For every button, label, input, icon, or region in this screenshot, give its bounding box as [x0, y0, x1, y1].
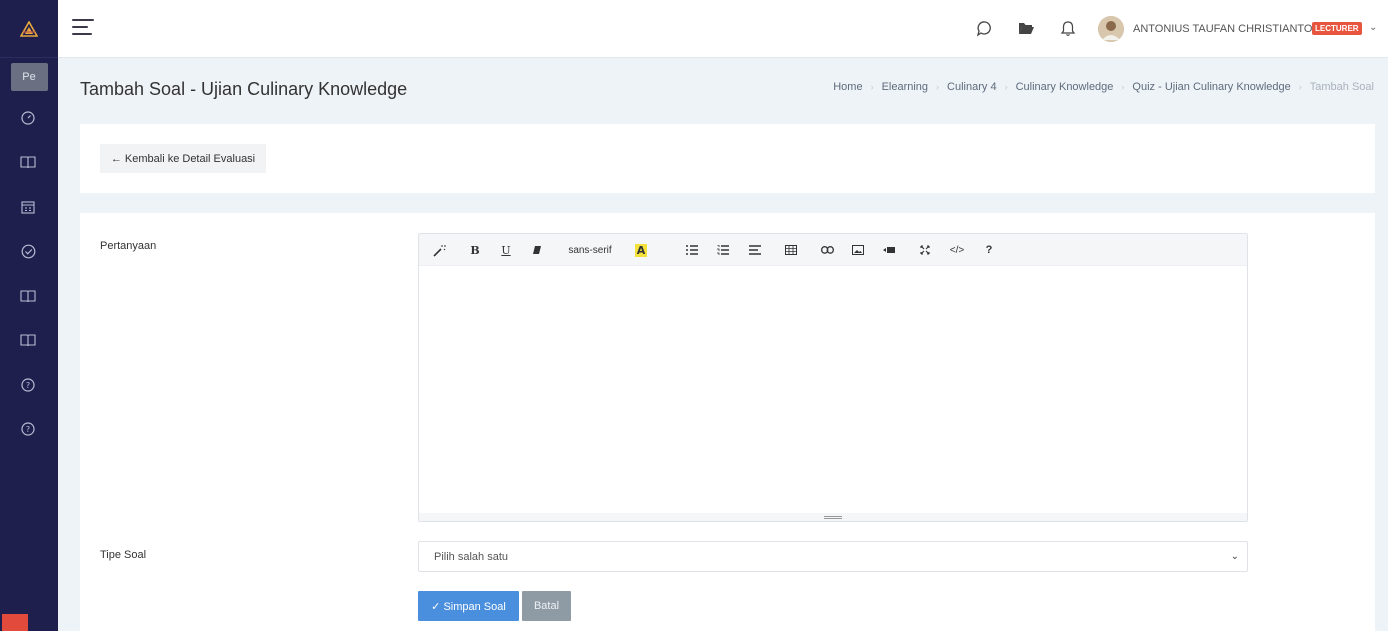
question-form-card: Pertanyaan B U sans-serif A </> ? Tipe S…: [80, 213, 1375, 631]
check-circle-icon[interactable]: [19, 242, 37, 260]
eraser-icon[interactable]: [531, 242, 543, 258]
triangle-logo-icon: [20, 20, 38, 37]
question-editor-content[interactable]: [419, 266, 1247, 513]
book-icon[interactable]: [19, 331, 37, 349]
image-icon[interactable]: [851, 242, 865, 258]
help-circle-icon[interactable]: ?: [19, 376, 37, 394]
top-navbar: ANTONIUS TAUFAN CHRISTIANTO LECTURER ⌄: [58, 0, 1388, 58]
breadcrumb-elearning[interactable]: Elearning: [882, 81, 928, 93]
chevron-down-icon: ⌄: [1230, 551, 1239, 562]
question-editor: B U sans-serif A </> ?: [418, 233, 1248, 522]
avatar[interactable]: [1098, 16, 1124, 42]
question-type-select-value: Pilih salah satu: [434, 551, 508, 563]
svg-text:?: ?: [26, 425, 30, 434]
book-icon[interactable]: [19, 153, 37, 171]
question-type-select[interactable]: Pilih salah satu ⌄: [418, 541, 1248, 572]
help-circle-icon[interactable]: ?: [19, 420, 37, 438]
menu-toggle-icon[interactable]: [72, 19, 94, 39]
cancel-button[interactable]: Batal: [522, 591, 571, 621]
breadcrumb-separator: ›: [1004, 82, 1008, 92]
question-type-label: Tipe Soal: [100, 549, 147, 561]
breadcrumb-separator: ›: [936, 82, 940, 92]
editor-resize-handle[interactable]: [419, 513, 1247, 521]
chat-icon[interactable]: [974, 18, 994, 38]
code-view-icon[interactable]: </>: [948, 242, 966, 258]
svg-text:?: ?: [26, 381, 30, 390]
ordered-list-icon[interactable]: [716, 242, 730, 258]
app-logo[interactable]: [0, 0, 58, 58]
font-family-dropdown[interactable]: sans-serif: [565, 242, 615, 258]
user-name[interactable]: ANTONIUS TAUFAN CHRISTIANTO: [1133, 23, 1313, 35]
fullscreen-icon[interactable]: [918, 242, 932, 258]
breadcrumb-subject[interactable]: Culinary Knowledge: [1016, 81, 1114, 93]
magic-wand-icon[interactable]: [431, 242, 447, 258]
table-icon[interactable]: [784, 242, 798, 258]
underline-icon[interactable]: U: [500, 242, 512, 258]
book-icon[interactable]: [19, 287, 37, 305]
breadcrumb-separator: ›: [870, 82, 874, 92]
role-badge: LECTURER: [1312, 22, 1362, 35]
save-question-button[interactable]: ✓ Simpan Soal: [418, 591, 519, 621]
calendar-icon[interactable]: [19, 198, 37, 216]
breadcrumb-separator: ›: [1121, 82, 1125, 92]
folder-icon[interactable]: [1016, 18, 1036, 38]
video-icon[interactable]: [882, 242, 896, 258]
chevron-down-icon[interactable]: ⌄: [1369, 22, 1377, 33]
breadcrumb-separator: ›: [1298, 82, 1302, 92]
help-icon[interactable]: ?: [983, 242, 995, 258]
floating-widget-icon[interactable]: [2, 614, 28, 631]
sidebar-pinned-item[interactable]: Pe: [10, 63, 48, 91]
back-to-evaluation-button[interactable]: ← Kembali ke Detail Evaluasi: [100, 144, 266, 173]
unordered-list-icon[interactable]: [685, 242, 699, 258]
page-title: Tambah Soal - Ujian Culinary Knowledge: [80, 79, 408, 99]
breadcrumb-current: Tambah Soal: [1309, 81, 1374, 93]
breadcrumb: Home › Elearning › Culinary 4 › Culinary…: [833, 81, 1374, 93]
back-card: ← Kembali ke Detail Evaluasi: [80, 124, 1375, 193]
dashboard-gauge-icon[interactable]: [19, 109, 37, 127]
question-label: Pertanyaan: [100, 240, 157, 252]
bold-icon[interactable]: B: [469, 242, 481, 258]
text-color-icon[interactable]: A: [633, 242, 649, 258]
bell-icon[interactable]: [1058, 18, 1078, 38]
breadcrumb-quiz[interactable]: Quiz - Ujian Culinary Knowledge: [1132, 81, 1290, 93]
align-icon[interactable]: [748, 242, 762, 258]
editor-toolbar: B U sans-serif A </> ?: [419, 234, 1247, 266]
breadcrumb-course[interactable]: Culinary 4: [947, 81, 997, 93]
link-icon[interactable]: [820, 242, 834, 258]
breadcrumb-home[interactable]: Home: [833, 81, 862, 93]
sidebar: Pe ? ?: [0, 0, 58, 631]
